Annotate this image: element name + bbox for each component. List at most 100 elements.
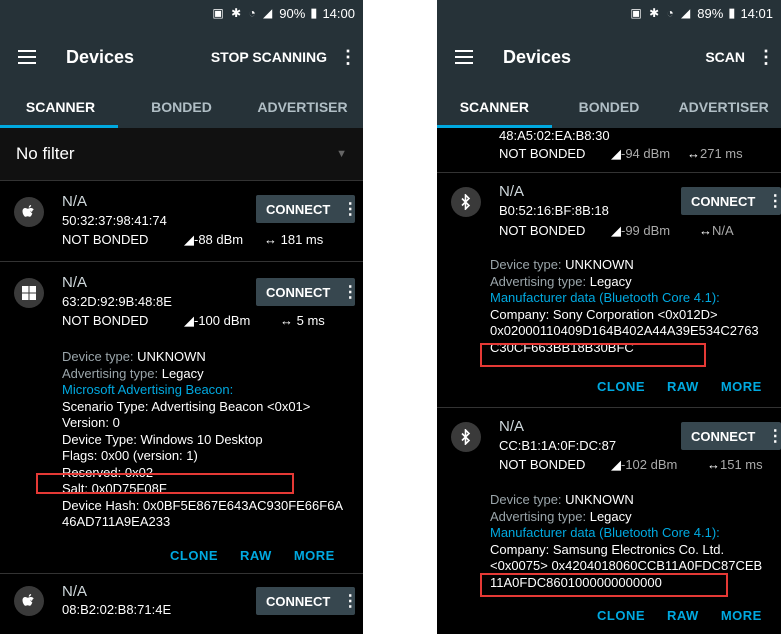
device-mac: 48:A5:02:EA:B8:30 — [499, 128, 610, 143]
tab-bar: SCANNER BONDED ADVERTISER — [437, 88, 781, 128]
more-options-icon[interactable]: ⋮ — [342, 199, 358, 219]
clock: 14:01 — [740, 5, 773, 21]
raw-button[interactable]: RAW — [240, 548, 272, 563]
more-options-icon[interactable]: ⋮ — [342, 591, 358, 611]
device-list-item[interactable]: N/A 50:32:37:98:41:74 NOT BONDED ◢-88 dB… — [0, 180, 363, 261]
app-bar: Devices SCAN ⋮ — [437, 26, 781, 88]
phone-screen-left: ▣ ✱ ◔ ◢ 90% ▮ 14:00 Devices STOP SCANNIN… — [0, 0, 363, 634]
rssi: ◢-94 dBm — [611, 146, 671, 161]
device-list-item[interactable]: N/A CC:B1:1A:0F:DC:87 NOT BONDED ◢-102 d… — [437, 407, 781, 632]
interval-icon: ↔ — [707, 457, 720, 472]
more-button[interactable]: MORE — [294, 548, 335, 563]
interval-icon: ↔ — [280, 313, 293, 328]
tab-advertiser[interactable]: ADVERTISER — [242, 88, 363, 128]
more-button[interactable]: MORE — [721, 608, 762, 623]
clone-button[interactable]: CLONE — [170, 548, 218, 563]
signal-icon: ◢ — [611, 457, 621, 472]
tab-bonded[interactable]: BONDED — [121, 88, 242, 128]
filter-label: No filter — [16, 144, 75, 163]
raw-button[interactable]: RAW — [667, 608, 699, 623]
connect-button[interactable]: CONNECT ⋮ — [256, 195, 358, 223]
battery-icon: ▮ — [310, 5, 318, 20]
rssi: ◢-100 dBm — [184, 313, 251, 328]
status-bar: ▣ ✱ ◔ ◢ 90% ▮ 14:00 — [0, 0, 363, 26]
status-icons: ▣ ✱ ◔ ◢ — [212, 6, 275, 20]
more-options-icon[interactable]: ⋮ — [342, 282, 358, 302]
signal-icon: ◢ — [611, 223, 621, 238]
device-name: N/A — [499, 418, 525, 435]
hamburger-menu-icon[interactable] — [18, 50, 36, 64]
device-actions: CLONE RAW MORE — [597, 379, 762, 394]
device-mac: 08:B2:02:B8:71:4E — [62, 602, 172, 617]
device-list-item[interactable]: N/A 08:B2:02:B8:71:4E CONNECT ⋮ — [0, 573, 363, 633]
clone-button[interactable]: CLONE — [597, 608, 645, 623]
tab-advertiser[interactable]: ADVERTISER — [666, 88, 781, 128]
bond-status: NOT BONDED — [499, 146, 586, 161]
active-tab-indicator — [0, 125, 118, 128]
device-name: N/A — [62, 583, 88, 600]
adv-interval: ↔271 ms — [687, 146, 743, 161]
apple-icon — [14, 586, 44, 616]
connect-button[interactable]: CONNECT ⋮ — [681, 422, 781, 450]
bond-status: NOT BONDED — [62, 232, 149, 247]
device-list-item[interactable]: N/A B0:52:16:BF:8B:18 NOT BONDED ◢-99 dB… — [437, 172, 781, 407]
battery-icon: ▮ — [728, 5, 736, 20]
device-list-item[interactable]: N/A 63:2D:92:9B:48:8E NOT BONDED ◢-100 d… — [0, 261, 363, 573]
tab-scanner[interactable]: SCANNER — [0, 88, 121, 128]
connect-button[interactable]: CONNECT ⋮ — [256, 278, 358, 306]
device-mac: B0:52:16:BF:8B:18 — [499, 203, 609, 218]
hamburger-menu-icon[interactable] — [455, 50, 473, 64]
bond-status: NOT BONDED — [499, 223, 586, 238]
tab-bar: SCANNER BONDED ADVERTISER — [0, 88, 363, 128]
rssi: ◢-88 dBm — [184, 232, 244, 247]
rssi: ◢-99 dBm — [611, 223, 671, 238]
tab-scanner[interactable]: SCANNER — [437, 88, 552, 128]
adv-interval: ↔ 181 ms — [264, 232, 324, 247]
filter-dropdown[interactable]: No filter ▼ — [0, 128, 363, 180]
device-name: N/A — [62, 274, 88, 291]
device-mac: 63:2D:92:9B:48:8E — [62, 294, 172, 309]
battery-level: 90% — [279, 5, 306, 21]
more-options-icon[interactable]: ⋮ — [767, 426, 781, 446]
device-name: N/A — [499, 183, 525, 200]
device-actions: CLONE RAW MORE — [170, 548, 335, 563]
raw-button[interactable]: RAW — [667, 379, 699, 394]
adv-interval: ↔151 ms — [707, 457, 763, 472]
device-name: N/A — [62, 193, 88, 210]
bond-status: NOT BONDED — [62, 313, 149, 328]
bond-status: NOT BONDED — [499, 457, 586, 472]
app-bar: Devices STOP SCANNING ⋮ — [0, 26, 363, 88]
device-actions: CLONE RAW MORE — [597, 608, 762, 623]
device-mac: 50:32:37:98:41:74 — [62, 213, 167, 228]
device-details: Device type: UNKNOWN Advertising type: L… — [490, 257, 759, 355]
connect-button[interactable]: CONNECT ⋮ — [256, 587, 358, 615]
rssi: ◢-102 dBm — [611, 457, 678, 472]
highlight-box — [480, 573, 728, 597]
scan-button[interactable]: SCAN — [705, 49, 745, 65]
page-title: Devices — [503, 46, 572, 67]
signal-icon: ◢ — [184, 232, 194, 247]
status-bar: ▣ ✱ ◔ ◢ 89% ▮ 14:01 — [437, 0, 781, 26]
overflow-menu-icon[interactable]: ⋮ — [339, 47, 357, 68]
adv-interval: ↔N/A — [699, 223, 734, 238]
signal-icon: ◢ — [184, 313, 194, 328]
more-options-icon[interactable]: ⋮ — [767, 191, 781, 211]
overflow-menu-icon[interactable]: ⋮ — [757, 47, 775, 68]
apple-icon — [14, 197, 44, 227]
connect-button[interactable]: CONNECT ⋮ — [681, 187, 781, 215]
device-list-item[interactable]: 48:A5:02:EA:B8:30 NOT BONDED ◢-94 dBm ↔2… — [437, 128, 781, 172]
device-details: Device type: UNKNOWN Advertising type: L… — [62, 349, 344, 529]
stop-scanning-button[interactable]: STOP SCANNING — [211, 49, 327, 65]
windows-icon — [14, 278, 44, 308]
phone-screen-right: ▣ ✱ ◔ ◢ 89% ▮ 14:01 Devices SCAN ⋮ SCANN… — [437, 0, 781, 634]
caret-down-icon: ▼ — [336, 148, 347, 160]
signal-icon: ◢ — [611, 146, 621, 161]
bluetooth-icon — [451, 422, 481, 452]
clock: 14:00 — [322, 5, 355, 21]
clone-button[interactable]: CLONE — [597, 379, 645, 394]
tab-bonded[interactable]: BONDED — [552, 88, 667, 128]
highlight-box — [480, 343, 706, 367]
page-title: Devices — [66, 46, 135, 67]
adv-interval: ↔ 5 ms — [280, 313, 325, 328]
more-button[interactable]: MORE — [721, 379, 762, 394]
